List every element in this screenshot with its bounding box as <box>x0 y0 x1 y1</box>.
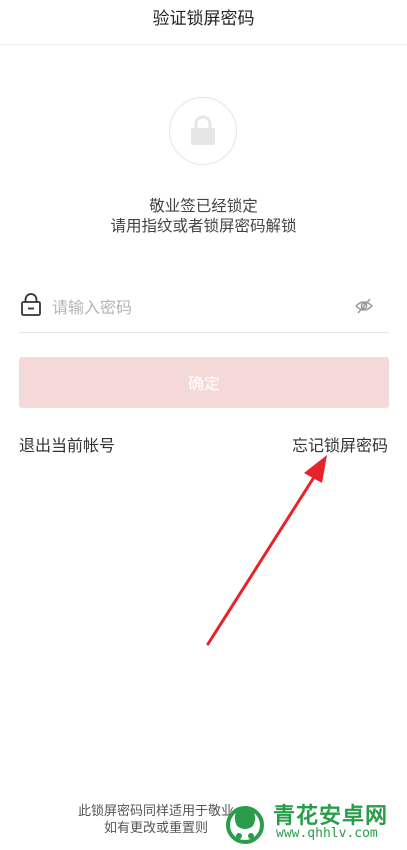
annotation-arrow <box>206 455 327 646</box>
watermark-url: www.qhhlv.com <box>276 826 378 841</box>
watermark-leaf-icon <box>226 806 264 844</box>
watermark-logo: 青花安卓网 www.qhhlv.com <box>218 796 407 850</box>
